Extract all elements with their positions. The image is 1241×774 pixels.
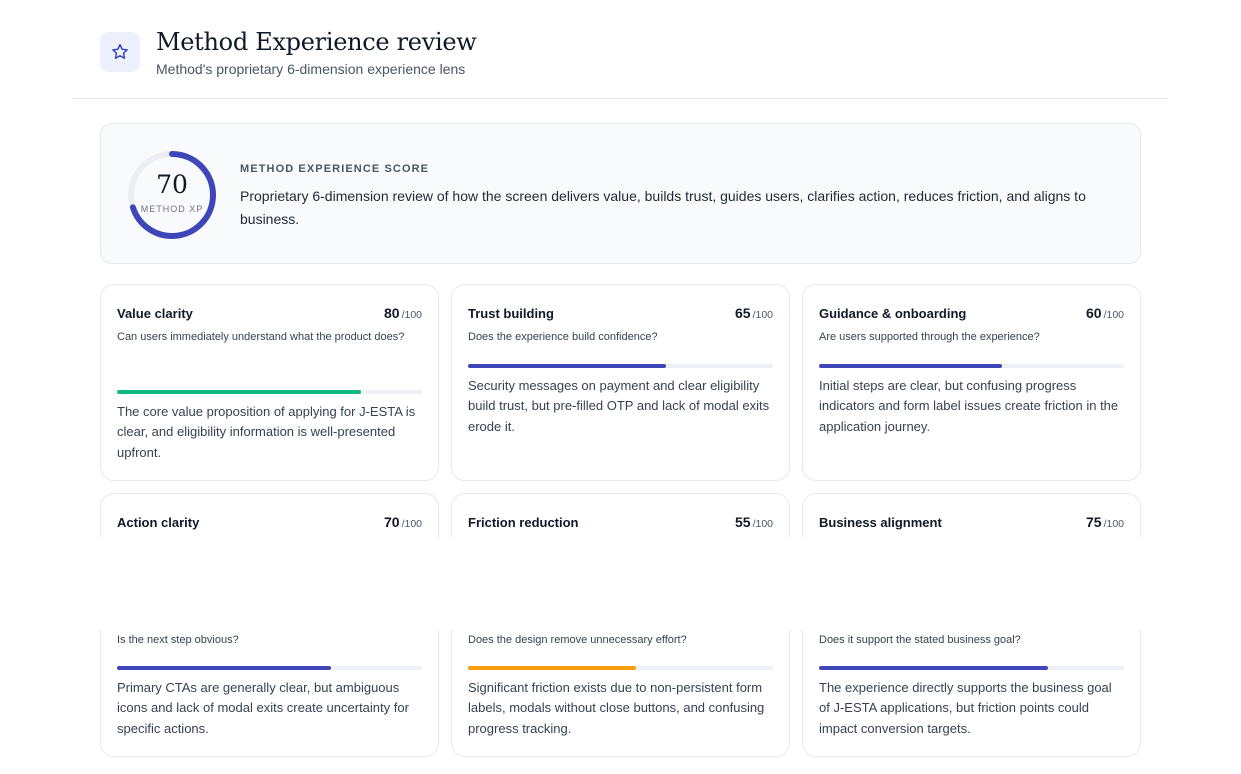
page-title: Method Experience review [156, 28, 477, 56]
dimension-progress-bar [819, 364, 1124, 368]
dimension-card-guidance-and-onboarding: Guidance & onboarding 60/100 Are users sup… [802, 284, 1141, 481]
dimension-title: Guidance & onboarding [819, 306, 967, 321]
dimension-title: Action clarity [117, 515, 200, 530]
dimension-score: 75/100 [1085, 514, 1124, 530]
dimension-question: Does the design remove unnecessary effor… [468, 634, 687, 646]
dimension-summary: Initial steps are clear, but confusing p… [819, 378, 1119, 434]
star-icon [100, 32, 140, 72]
dimension-summary: The experience directly supports the bus… [819, 680, 1112, 736]
page-header: Method Experience review Method's propri… [100, 28, 477, 77]
dimension-progress-bar [117, 390, 422, 394]
dimension-summary: Significant friction exists due to non-p… [468, 680, 765, 736]
dimension-question: Can users immediately understand what th… [117, 331, 405, 343]
dimension-score: 55/100 [734, 514, 773, 530]
dimension-question: Does the experience build confidence? [468, 331, 658, 343]
score-gauge: 70 METHOD XP [125, 148, 219, 242]
dimension-title: Business alignment [819, 515, 942, 530]
dimension-card-trust-building: Trust building 65/100 Does the experience … [451, 284, 790, 481]
score-gauge-label: METHOD XP [140, 204, 204, 214]
dimension-question: Is the next step obvious? [117, 634, 239, 646]
header-divider [72, 98, 1168, 99]
dimension-summary: Security messages on payment and clear e… [468, 378, 770, 434]
blank-band [0, 537, 1241, 630]
dimension-title: Value clarity [117, 306, 193, 321]
dimension-progress-bar [468, 364, 773, 368]
dimension-summary: The core value proposition of applying f… [117, 404, 416, 460]
dimension-score: 70/100 [383, 514, 422, 530]
dimension-summary: Primary CTAs are generally clear, but am… [117, 680, 409, 736]
dimension-progress-fill [117, 390, 361, 394]
score-description: Proprietary 6-dimension review of how th… [240, 188, 1086, 227]
dimension-question: Are users supported through the experien… [819, 331, 1040, 343]
dimension-progress-bar [819, 666, 1124, 670]
dimension-progress-fill [819, 364, 1002, 368]
score-label: METHOD EXPERIENCE SCORE [240, 163, 430, 175]
dimension-progress-fill [468, 364, 667, 368]
method-experience-score-card: 70 METHOD XP METHOD EXPERIENCE SCORE Pro… [100, 123, 1141, 264]
dimension-progress-bar [468, 666, 773, 670]
dimension-title: Trust building [468, 306, 554, 321]
dimension-score: 60/100 [1085, 305, 1124, 321]
dimension-progress-fill [819, 666, 1048, 670]
dimension-progress-fill [468, 666, 636, 670]
dimension-progress-bar [117, 666, 422, 670]
dimension-score: 80/100 [383, 305, 422, 321]
score-value: 70 [156, 170, 188, 199]
dimension-score: 65/100 [734, 305, 773, 321]
page-subtitle: Method's proprietary 6-dimension experie… [156, 61, 466, 77]
dimension-title: Friction reduction [468, 515, 579, 530]
dimension-progress-fill [117, 666, 331, 670]
dimension-question: Does it support the stated business goal… [819, 634, 1021, 646]
dimension-card-value-clarity: Value clarity 80/100 Can users immediately… [100, 284, 439, 481]
